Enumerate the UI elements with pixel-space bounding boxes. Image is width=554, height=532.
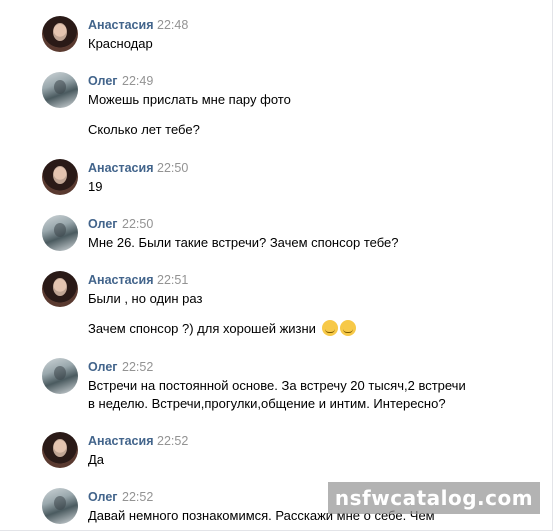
relieved-face-emoji-icon — [321, 320, 338, 336]
avatar[interactable] — [42, 215, 78, 251]
message-time: 22:50 — [122, 217, 154, 231]
avatar[interactable] — [42, 159, 78, 195]
author-name[interactable]: Анастасия — [88, 273, 154, 287]
message-text: 19 — [88, 179, 103, 194]
author-name[interactable]: Олег — [88, 217, 118, 231]
avatar[interactable] — [42, 72, 78, 108]
avatar[interactable] — [42, 432, 78, 468]
message-text: Зачем спонсор ?) для хорошей жизни — [88, 320, 356, 338]
avatar[interactable] — [42, 358, 78, 394]
author-name[interactable]: Анастасия — [88, 434, 154, 448]
author-name[interactable]: Олег — [88, 490, 118, 504]
message-time: 22:48 — [157, 18, 189, 32]
author-name[interactable]: Анастасия — [88, 18, 154, 32]
message-text: в неделю. Встречи,прогулки,общение и инт… — [88, 396, 446, 411]
author-name[interactable]: Анастасия — [88, 161, 154, 175]
avatar[interactable] — [42, 271, 78, 307]
message-time: 22:49 — [122, 74, 154, 88]
chat-history: Анастасия 22:48 Краснодар Олег 22:49 Мож… — [0, 0, 553, 531]
message-text-line: Зачем спонсор ?) для хорошей жизни — [88, 321, 316, 336]
message-time: 22:51 — [157, 273, 189, 287]
message-text: Да — [88, 452, 105, 467]
message-time: 22:50 — [157, 161, 189, 175]
message-time: 22:52 — [122, 490, 154, 504]
message-time: 22:52 — [122, 360, 154, 374]
message-text: Можешь прислать мне пару фото — [88, 92, 291, 107]
message-text: Встречи на постоянной основе. За встречу… — [88, 378, 466, 393]
message-text: Мне 26. Были такие встречи? Зачем спонсо… — [88, 235, 399, 250]
message-time: 22:52 — [157, 434, 189, 448]
author-name[interactable]: Олег — [88, 74, 118, 88]
message-text: Сколько лет тебе? — [88, 122, 200, 137]
author-name[interactable]: Олег — [88, 360, 118, 374]
flushed-face-emoji-icon — [339, 320, 356, 336]
watermark: nsfwcatalog.com — [328, 482, 540, 514]
avatar[interactable] — [42, 16, 78, 52]
avatar[interactable] — [42, 488, 78, 524]
message-text: Краснодар — [88, 36, 153, 51]
message-text: Были , но один раз — [88, 291, 203, 306]
